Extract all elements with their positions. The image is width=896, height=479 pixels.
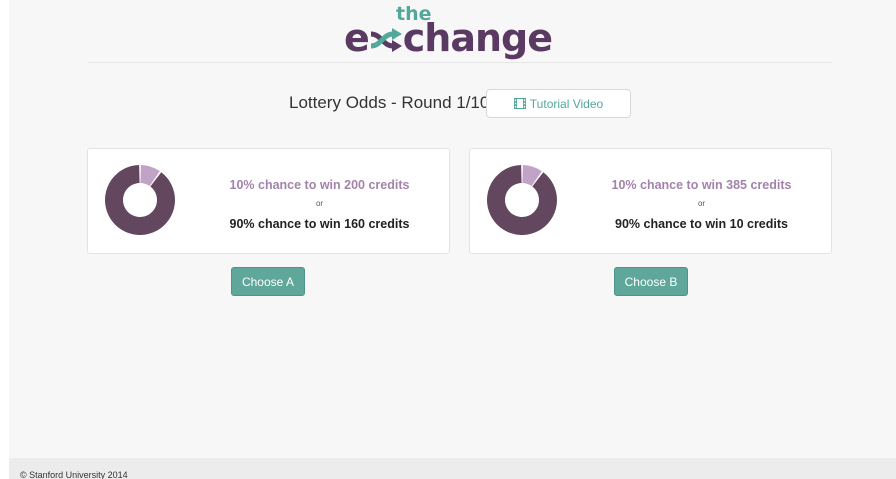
choose-b-button[interactable]: Choose B bbox=[614, 267, 688, 296]
logo-wordmark: the e change bbox=[343, 3, 553, 60]
option-b-outcome-1: 10% chance to win 385 credits bbox=[611, 178, 792, 192]
option-a-card: 10% chance to win 200 credits or 90% cha… bbox=[87, 148, 450, 254]
option-b-card: 10% chance to win 385 credits or 90% cha… bbox=[469, 148, 832, 254]
option-b-donut-chart bbox=[487, 165, 557, 235]
option-a-outcome-2: 90% chance to win 160 credits bbox=[229, 217, 410, 231]
other-chance-slice bbox=[105, 165, 175, 235]
option-b-or: or bbox=[697, 199, 706, 208]
option-b-outcome-2: 90% chance to win 10 credits bbox=[615, 217, 788, 231]
option-a-or: or bbox=[315, 199, 324, 208]
logo-prefix: e bbox=[343, 16, 370, 60]
round-title: Lottery Odds - Round 1/10 bbox=[289, 93, 490, 112]
choose-a-button[interactable]: Choose A bbox=[231, 267, 305, 296]
header-divider bbox=[88, 62, 832, 63]
option-a-outcome-1: 10% chance to win 200 credits bbox=[229, 178, 410, 192]
option-a-text: 10% chance to win 200 credits or 90% cha… bbox=[188, 149, 451, 253]
other-chance-slice bbox=[487, 165, 557, 235]
option-b-text: 10% chance to win 385 credits or 90% cha… bbox=[570, 149, 833, 253]
copyright-text: © Stanford University 2014 bbox=[20, 470, 128, 479]
footer: © Stanford University 2014 bbox=[9, 458, 896, 479]
option-a-donut-chart bbox=[105, 165, 175, 235]
shuffle-icon bbox=[370, 28, 402, 52]
logo: the e change bbox=[0, 3, 896, 62]
tutorial-video-label: Tutorial Video bbox=[529, 96, 604, 111]
tutorial-video-button[interactable]: Tutorial Video bbox=[486, 89, 631, 118]
logo-the: the bbox=[395, 3, 432, 25]
film-icon bbox=[513, 98, 526, 109]
